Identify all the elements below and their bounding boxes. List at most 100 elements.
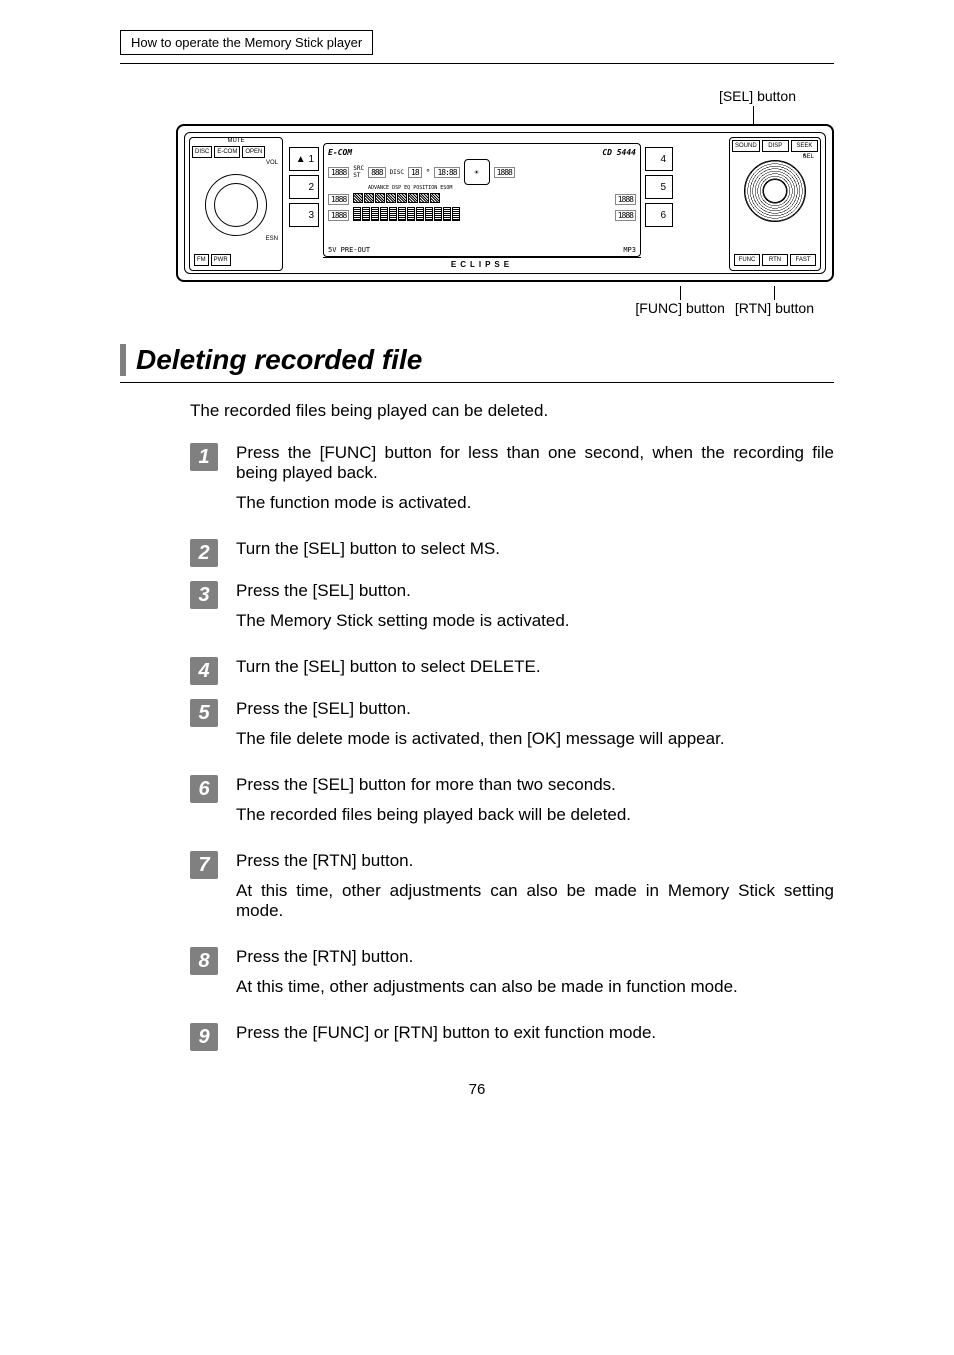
device-right-panel: SOUND DISP SEEK∧ SEL FUNC RTN FAST <box>729 137 821 271</box>
step-instruction: Turn the [SEL] button to select DELETE. <box>236 657 834 677</box>
heading-underline <box>120 382 834 383</box>
sun-icon: ☀ <box>464 159 490 185</box>
step: 4 Turn the [SEL] button to select DELETE. <box>190 657 834 687</box>
preset-2: 2 <box>289 175 319 199</box>
step-instruction: Press the [SEL] button for more than two… <box>236 775 834 795</box>
step: 9Press the [FUNC] or [RTN] button to exi… <box>190 1023 834 1051</box>
seg-r3: 1888 <box>615 210 636 221</box>
pwr-label: PWR <box>211 254 231 266</box>
step-instruction: Press the [FUNC] button for less than on… <box>236 443 834 483</box>
preset-right: 4 5 6 <box>645 147 673 227</box>
seg-r2: 1888 <box>615 194 636 205</box>
preset-6: 6 <box>645 203 673 227</box>
callout-rtn: [RTN] button <box>735 300 814 316</box>
eject-icon: ▲ <box>296 154 306 165</box>
step: 1 Press the [FUNC] button for less than o… <box>190 443 834 527</box>
step-number: 5 <box>190 699 218 727</box>
screen-brand: E-COM <box>328 148 352 157</box>
st-label: ST <box>353 172 360 179</box>
step-instruction: Press the [RTN] button. <box>236 851 834 871</box>
step-body: Press the [RTN] button. At this time, oth… <box>236 947 834 1011</box>
step: 7Press the [RTN] button.At this time, ot… <box>190 851 834 935</box>
step-body: Press the [SEL] button. The file delete m… <box>236 699 834 763</box>
device-screen: E-COM CD 5444 1888 SRCST 888 DISC 18 ° 1… <box>323 143 641 257</box>
page-number: 76 <box>120 1081 834 1098</box>
tag-advance: ADVANCE <box>368 185 389 191</box>
step-instruction: Press the [SEL] button. <box>236 581 834 601</box>
open-btn-label: OPEN <box>242 146 265 158</box>
preset-5: 5 <box>645 175 673 199</box>
seg-a3: 18 <box>408 167 422 178</box>
device-left-panel: MUTE DISC E-COM OPEN VOL ESN FM PWR <box>189 137 283 271</box>
device-diagram: [SEL] button MUTE DISC E-COM OPEN VOL ES… <box>176 88 834 316</box>
preout-label: 5V PRE-OUT <box>328 246 370 254</box>
seg-b1: 1888 <box>328 194 349 205</box>
sel-label: SEL <box>803 154 814 160</box>
step-note: The function mode is activated. <box>236 493 834 513</box>
step-body: Press the [RTN] button. At this time, oth… <box>236 851 834 935</box>
tag-position: POSITION <box>413 185 437 191</box>
right-dial <box>744 160 806 222</box>
step-body: Press the [SEL] button for more than two… <box>236 775 834 839</box>
ecom-btn-label: E-COM <box>214 146 240 158</box>
intro-text: The recorded files being played can be d… <box>190 401 834 421</box>
device-illustration: MUTE DISC E-COM OPEN VOL ESN FM PWR <box>176 124 834 282</box>
left-dial <box>205 174 267 236</box>
step: 6 Press the [SEL] button for more than tw… <box>190 775 834 839</box>
sound-label: SOUND <box>732 140 760 152</box>
seg-a2: 888 <box>368 167 385 178</box>
step-note: The recorded files being played back wil… <box>236 805 834 825</box>
step-number: 6 <box>190 775 218 803</box>
step-number: 4 <box>190 657 218 685</box>
heading-accent <box>120 344 126 376</box>
tag-dsp: DSP <box>392 185 401 191</box>
screen-model: CD 5444 <box>602 148 636 157</box>
step-note: At this time, other adjustments can also… <box>236 881 834 921</box>
seek-label: SEEK∧ <box>791 140 818 152</box>
step: 5 Press the [SEL] button. The file delete … <box>190 699 834 763</box>
step-number: 8 <box>190 947 218 975</box>
callout-sel: [SEL] button <box>176 88 834 104</box>
seg-r1: 1888 <box>494 167 515 178</box>
step-instruction: Press the [FUNC] or [RTN] button to exit… <box>236 1023 834 1043</box>
fm-label: FM <box>194 254 209 266</box>
step-note: At this time, other adjustments can also… <box>236 977 834 997</box>
preset-4: 4 <box>645 147 673 171</box>
step: 3 Press the [SEL] button. The Memory Stick… <box>190 581 834 645</box>
callout-func: [FUNC] button <box>635 300 724 316</box>
step-number: 2 <box>190 539 218 567</box>
seg-a1: 1888 <box>328 167 349 178</box>
disc-label: DISC <box>390 169 404 176</box>
src-label: SRC <box>353 165 364 172</box>
step: 2 Turn the [SEL] button to select MS. <box>190 539 834 569</box>
bar-row <box>353 207 461 223</box>
step-instruction: Press the [SEL] button. <box>236 699 834 719</box>
step-number: 3 <box>190 581 218 609</box>
step: 8 Press the [RTN] button. At this time, ot… <box>190 947 834 1011</box>
rtn-label: RTN <box>762 254 788 266</box>
step-body: Turn the [SEL] button to select MS. <box>236 539 834 569</box>
mp3-label: MP3 <box>623 246 636 254</box>
step-instruction: Press the [RTN] button. <box>236 947 834 967</box>
step-body: Press the [FUNC] or [RTN] button to exit… <box>236 1023 834 1043</box>
esn-label: ESN <box>190 236 282 242</box>
step-body: Press the [FUNC] button for less than on… <box>236 443 834 527</box>
eclipse-label: ECLIPSE <box>323 257 641 271</box>
step-body: Turn the [SEL] button to select DELETE. <box>236 657 834 687</box>
preset-1: 1 <box>308 154 314 165</box>
func-label: FUNC <box>734 254 760 266</box>
step-instruction: Turn the [SEL] button to select MS. <box>236 539 834 559</box>
breadcrumb: How to operate the Memory Stick player <box>120 30 373 55</box>
disc-btn-label: DISC <box>192 146 212 158</box>
step-note: The Memory Stick setting mode is activat… <box>236 611 834 631</box>
block-row <box>353 193 441 205</box>
preset-3: 3 <box>289 203 319 227</box>
seg-c1: 1888 <box>328 210 349 221</box>
step-number: 1 <box>190 443 218 471</box>
divider <box>120 63 834 64</box>
disp-label: DISP <box>762 140 789 152</box>
step-note: The file delete mode is activated, then … <box>236 729 834 749</box>
section-heading: Deleting recorded file <box>136 344 422 376</box>
vol-label: VOL <box>190 160 282 166</box>
preset-left: ▲ 1 2 3 <box>289 147 319 227</box>
